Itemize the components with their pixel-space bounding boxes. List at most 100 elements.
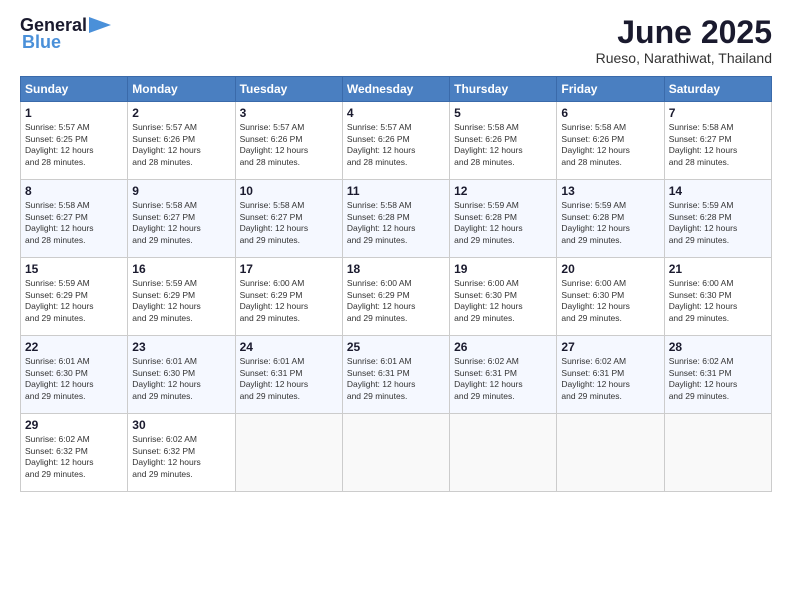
day-info: Sunrise: 6:00 AM Sunset: 6:30 PM Dayligh… [669,278,738,322]
table-row: 23 Sunrise: 6:01 AM Sunset: 6:30 PM Dayl… [128,336,235,414]
day-number: 3 [240,106,338,120]
day-info: Sunrise: 5:58 AM Sunset: 6:26 PM Dayligh… [561,122,630,166]
day-info: Sunrise: 5:59 AM Sunset: 6:29 PM Dayligh… [25,278,94,322]
day-number: 29 [25,418,123,432]
table-row: 29 Sunrise: 6:02 AM Sunset: 6:32 PM Dayl… [21,414,128,492]
day-info: Sunrise: 5:59 AM Sunset: 6:28 PM Dayligh… [561,200,630,244]
day-number: 22 [25,340,123,354]
table-row: 10 Sunrise: 5:58 AM Sunset: 6:27 PM Dayl… [235,180,342,258]
table-row: 11 Sunrise: 5:58 AM Sunset: 6:28 PM Dayl… [342,180,449,258]
day-number: 13 [561,184,659,198]
day-info: Sunrise: 6:00 AM Sunset: 6:30 PM Dayligh… [454,278,523,322]
day-number: 30 [132,418,230,432]
day-info: Sunrise: 5:59 AM Sunset: 6:28 PM Dayligh… [669,200,738,244]
day-info: Sunrise: 6:01 AM Sunset: 6:31 PM Dayligh… [240,356,309,400]
day-info: Sunrise: 5:58 AM Sunset: 6:26 PM Dayligh… [454,122,523,166]
day-number: 27 [561,340,659,354]
day-number: 2 [132,106,230,120]
month-title: June 2025 [596,15,772,50]
logo-blue: Blue [22,32,61,53]
col-tuesday: Tuesday [235,77,342,102]
day-info: Sunrise: 6:02 AM Sunset: 6:32 PM Dayligh… [132,434,201,478]
table-row: 24 Sunrise: 6:01 AM Sunset: 6:31 PM Dayl… [235,336,342,414]
col-wednesday: Wednesday [342,77,449,102]
table-row [450,414,557,492]
table-row [342,414,449,492]
table-row: 1 Sunrise: 5:57 AM Sunset: 6:25 PM Dayli… [21,102,128,180]
page: General Blue June 2025 Rueso, Narathiwat… [0,0,792,612]
day-number: 7 [669,106,767,120]
day-number: 5 [454,106,552,120]
day-info: Sunrise: 5:58 AM Sunset: 6:28 PM Dayligh… [347,200,416,244]
table-row: 7 Sunrise: 5:58 AM Sunset: 6:27 PM Dayli… [664,102,771,180]
day-number: 24 [240,340,338,354]
day-number: 16 [132,262,230,276]
day-number: 20 [561,262,659,276]
day-info: Sunrise: 5:58 AM Sunset: 6:27 PM Dayligh… [132,200,201,244]
day-info: Sunrise: 6:02 AM Sunset: 6:31 PM Dayligh… [669,356,738,400]
day-info: Sunrise: 5:59 AM Sunset: 6:29 PM Dayligh… [132,278,201,322]
table-row: 30 Sunrise: 6:02 AM Sunset: 6:32 PM Dayl… [128,414,235,492]
calendar: Sunday Monday Tuesday Wednesday Thursday… [20,76,772,492]
table-row: 20 Sunrise: 6:00 AM Sunset: 6:30 PM Dayl… [557,258,664,336]
day-number: 25 [347,340,445,354]
day-number: 9 [132,184,230,198]
table-row: 9 Sunrise: 5:58 AM Sunset: 6:27 PM Dayli… [128,180,235,258]
location: Rueso, Narathiwat, Thailand [596,50,772,66]
table-row: 2 Sunrise: 5:57 AM Sunset: 6:26 PM Dayli… [128,102,235,180]
day-info: Sunrise: 6:02 AM Sunset: 6:31 PM Dayligh… [561,356,630,400]
day-info: Sunrise: 5:57 AM Sunset: 6:26 PM Dayligh… [132,122,201,166]
table-row: 15 Sunrise: 5:59 AM Sunset: 6:29 PM Dayl… [21,258,128,336]
table-row: 6 Sunrise: 5:58 AM Sunset: 6:26 PM Dayli… [557,102,664,180]
col-monday: Monday [128,77,235,102]
day-info: Sunrise: 6:01 AM Sunset: 6:31 PM Dayligh… [347,356,416,400]
table-row: 27 Sunrise: 6:02 AM Sunset: 6:31 PM Dayl… [557,336,664,414]
day-info: Sunrise: 5:57 AM Sunset: 6:26 PM Dayligh… [240,122,309,166]
day-number: 26 [454,340,552,354]
table-row: 5 Sunrise: 5:58 AM Sunset: 6:26 PM Dayli… [450,102,557,180]
day-info: Sunrise: 5:59 AM Sunset: 6:28 PM Dayligh… [454,200,523,244]
day-number: 12 [454,184,552,198]
table-row [235,414,342,492]
table-row: 22 Sunrise: 6:01 AM Sunset: 6:30 PM Dayl… [21,336,128,414]
table-row: 17 Sunrise: 6:00 AM Sunset: 6:29 PM Dayl… [235,258,342,336]
col-saturday: Saturday [664,77,771,102]
table-row: 26 Sunrise: 6:02 AM Sunset: 6:31 PM Dayl… [450,336,557,414]
table-row: 3 Sunrise: 5:57 AM Sunset: 6:26 PM Dayli… [235,102,342,180]
table-row: 14 Sunrise: 5:59 AM Sunset: 6:28 PM Dayl… [664,180,771,258]
day-number: 23 [132,340,230,354]
day-number: 18 [347,262,445,276]
day-number: 19 [454,262,552,276]
day-number: 21 [669,262,767,276]
table-row: 4 Sunrise: 5:57 AM Sunset: 6:26 PM Dayli… [342,102,449,180]
title-block: June 2025 Rueso, Narathiwat, Thailand [596,15,772,66]
header: General Blue June 2025 Rueso, Narathiwat… [20,15,772,66]
col-thursday: Thursday [450,77,557,102]
table-row [557,414,664,492]
table-row: 25 Sunrise: 6:01 AM Sunset: 6:31 PM Dayl… [342,336,449,414]
table-row: 16 Sunrise: 5:59 AM Sunset: 6:29 PM Dayl… [128,258,235,336]
day-number: 17 [240,262,338,276]
day-info: Sunrise: 6:00 AM Sunset: 6:30 PM Dayligh… [561,278,630,322]
table-row: 21 Sunrise: 6:00 AM Sunset: 6:30 PM Dayl… [664,258,771,336]
table-row: 18 Sunrise: 6:00 AM Sunset: 6:29 PM Dayl… [342,258,449,336]
day-info: Sunrise: 6:01 AM Sunset: 6:30 PM Dayligh… [132,356,201,400]
day-info: Sunrise: 6:02 AM Sunset: 6:32 PM Dayligh… [25,434,94,478]
table-row: 13 Sunrise: 5:59 AM Sunset: 6:28 PM Dayl… [557,180,664,258]
logo-arrow-icon [89,17,111,33]
table-row: 12 Sunrise: 5:59 AM Sunset: 6:28 PM Dayl… [450,180,557,258]
table-row: 19 Sunrise: 6:00 AM Sunset: 6:30 PM Dayl… [450,258,557,336]
day-info: Sunrise: 5:57 AM Sunset: 6:26 PM Dayligh… [347,122,416,166]
day-number: 11 [347,184,445,198]
logo: General Blue [20,15,111,53]
table-row: 28 Sunrise: 6:02 AM Sunset: 6:31 PM Dayl… [664,336,771,414]
day-info: Sunrise: 5:58 AM Sunset: 6:27 PM Dayligh… [240,200,309,244]
day-number: 14 [669,184,767,198]
col-friday: Friday [557,77,664,102]
col-sunday: Sunday [21,77,128,102]
day-info: Sunrise: 5:58 AM Sunset: 6:27 PM Dayligh… [25,200,94,244]
day-number: 15 [25,262,123,276]
day-number: 8 [25,184,123,198]
table-row [664,414,771,492]
day-info: Sunrise: 6:02 AM Sunset: 6:31 PM Dayligh… [454,356,523,400]
